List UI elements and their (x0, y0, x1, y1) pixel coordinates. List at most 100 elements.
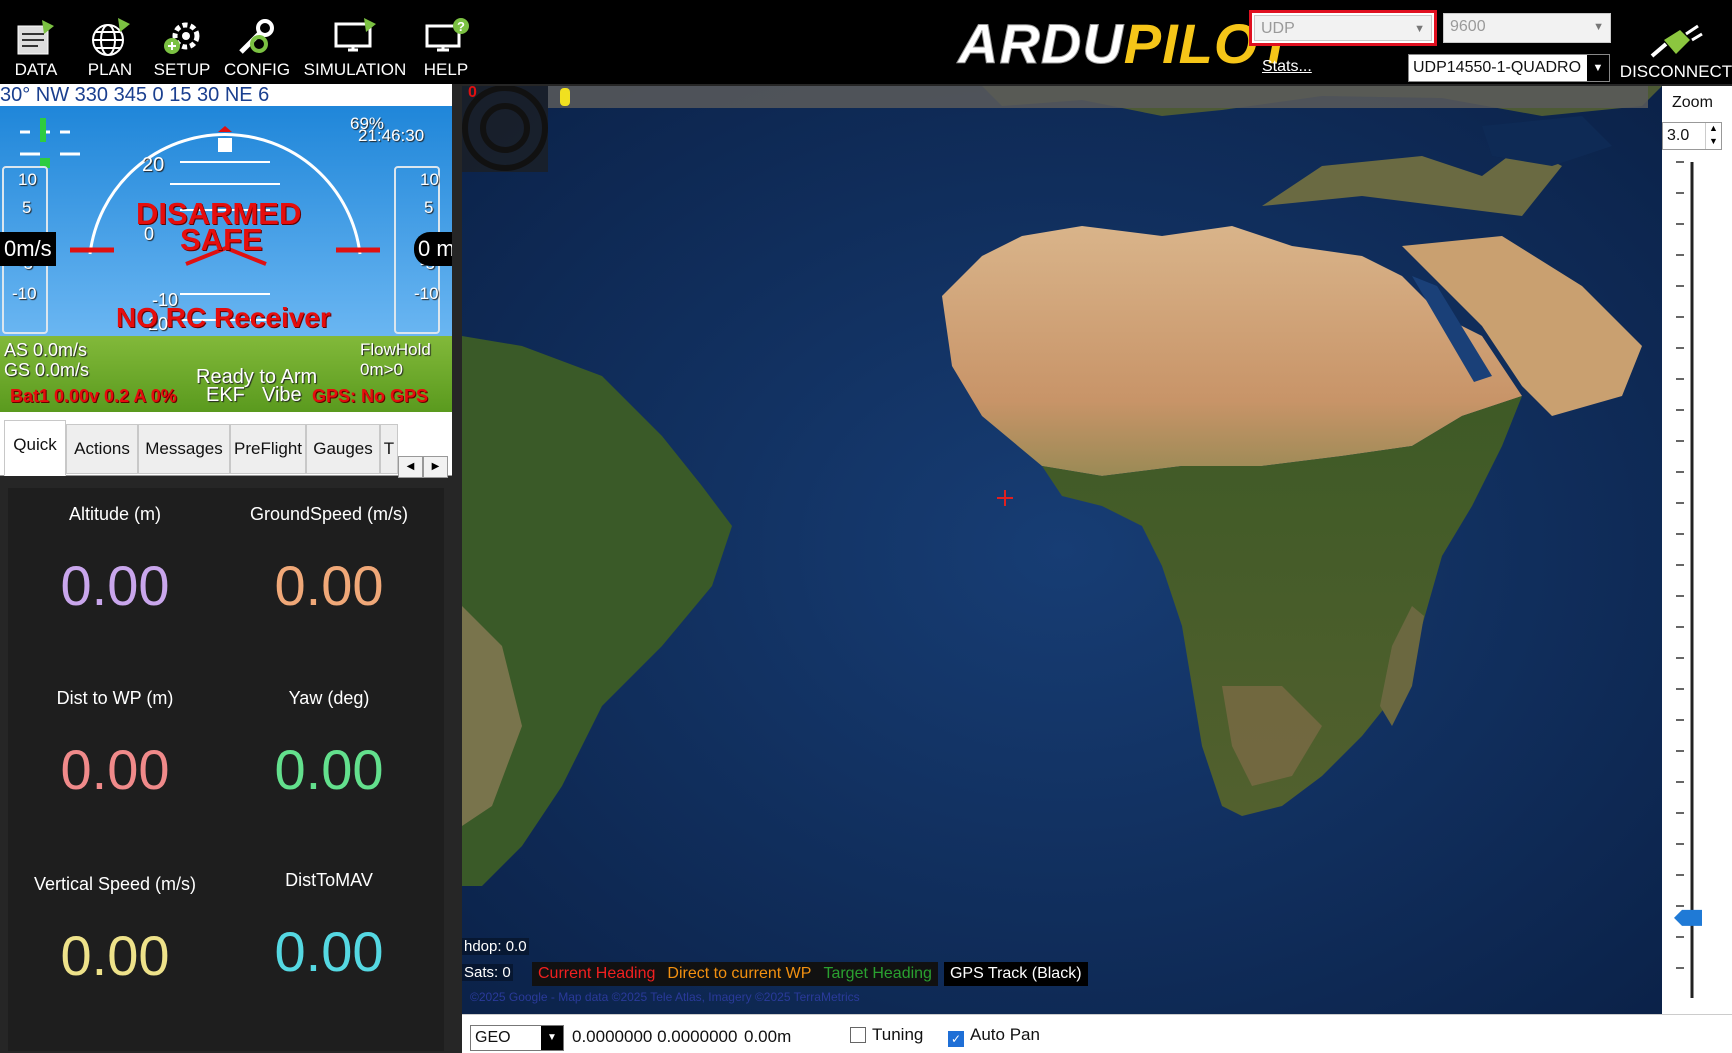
config-label: CONFIG (223, 60, 291, 79)
tape-tick: -10 (414, 284, 439, 303)
port-select[interactable]: UDP ▼ (1249, 10, 1437, 46)
logo-part-ardu: ARDU (958, 12, 1124, 75)
chevron-down-icon[interactable]: ▼ (1705, 136, 1721, 149)
quick-label: DistToMAV (285, 870, 373, 890)
tuning-label: Tuning (872, 1025, 924, 1044)
tab-gauges[interactable]: Gauges (306, 424, 380, 474)
zoom-value: 3.0 (1667, 127, 1690, 144)
data-button[interactable]: DATA (6, 8, 66, 80)
baud-value: 9600 (1450, 18, 1486, 35)
speed-readout: 0m/s (0, 232, 56, 266)
connection-select[interactable]: UDP14550-1-QUADRO ▼ (1408, 54, 1610, 82)
quick-item-vertical-speed[interactable]: Vertical Speed (m/s) 0.00 (8, 874, 222, 988)
coord-system-value: GEO (475, 1029, 511, 1046)
tab-messages[interactable]: Messages (138, 424, 230, 474)
zoom-panel: Zoom 3.0 ▲ ▼ (1662, 86, 1732, 1014)
chevron-down-icon: ▼ (541, 1026, 563, 1050)
help-icon: ? (425, 18, 469, 52)
globe-icon (92, 18, 130, 56)
data-label: DATA (14, 60, 58, 79)
connection-value: UDP14550-1-QUADRO (1413, 59, 1582, 76)
chevron-down-icon: ▼ (1414, 23, 1425, 35)
tape-tick: 10 (420, 170, 439, 189)
scroll-right-icon[interactable]: ▶ (423, 456, 448, 478)
disconnect-label: DISCONNECT (1619, 62, 1732, 81)
gps-status[interactable]: GPS: No GPS (312, 386, 428, 407)
disconnect-button[interactable]: DISCONNECT (1620, 16, 1732, 82)
hud-status-line: Bat1 0.00v 0.2 A 0% EKF Vibe GPS: No GPS (0, 384, 452, 412)
chevron-down-icon: ▼ (1593, 21, 1604, 33)
panel-tabs: Quick Actions Messages PreFlight Gauges … (0, 412, 452, 478)
plug-icon (1650, 24, 1703, 58)
tape-tick: 10 (18, 170, 37, 189)
simulation-label: SIMULATION (303, 60, 407, 79)
zoom-slider-thumb[interactable] (1674, 909, 1702, 926)
svg-text:?: ? (457, 19, 465, 34)
vibe-status[interactable]: Vibe (262, 384, 302, 407)
chevron-up-icon[interactable]: ▲ (1705, 123, 1721, 136)
airspeed-text: AS 0.0m/s (4, 340, 88, 360)
port-value: UDP (1261, 20, 1295, 37)
tab-truncated[interactable]: T (380, 424, 398, 474)
map-zero-label: 0 (468, 86, 477, 101)
quick-panel: Altitude (m) 0.00 GroundSpeed (m/s) 0.00… (8, 488, 444, 1051)
autopan-label: Auto Pan (970, 1025, 1040, 1044)
ekf-status[interactable]: EKF (206, 384, 245, 407)
help-label: HELP (423, 60, 469, 79)
quick-value: 0.00 (274, 738, 384, 801)
setup-button[interactable]: SETUP (150, 8, 214, 80)
zoom-slider[interactable] (1662, 156, 1732, 1006)
mission-planner-window: DATA PLAN SETUP CONFIG SIMULATION ? HELP… (0, 0, 1732, 1053)
hud-panel[interactable]: 30° NW 330 345 0 15 30 NE 6 69% 21:46:30… (0, 84, 452, 412)
tab-preflight[interactable]: PreFlight (230, 424, 306, 474)
quick-label: Altitude (m) (68, 504, 162, 524)
battery-status[interactable]: Bat1 0.00v 0.2 A 0% (10, 386, 177, 407)
zoom-label: Zoom (1672, 94, 1713, 111)
quick-item-yaw[interactable]: Yaw (deg) 0.00 (222, 688, 436, 802)
legend-direct-wp: Direct to current WP (661, 962, 818, 986)
safe-status: SAFE (180, 222, 263, 257)
config-button[interactable]: CONFIG (224, 8, 290, 80)
quick-label: GroundSpeed (m/s) (249, 504, 409, 524)
autopan-checkbox[interactable]: ✓ Auto Pan (948, 1025, 1040, 1047)
flight-mode: FlowHold (360, 340, 431, 359)
simulation-button[interactable]: SIMULATION (300, 8, 410, 80)
plan-label: PLAN (87, 60, 133, 79)
altitude-readout: 0 m (414, 232, 452, 266)
coord-system-select[interactable]: GEO ▼ (470, 1025, 564, 1051)
no-rc-warning: NO RC Receiver (116, 302, 331, 333)
hdop-text: hdop: 0.0 (462, 938, 529, 955)
alt-readout: 0.00m (744, 1027, 792, 1046)
help-button[interactable]: ? HELP (416, 8, 476, 80)
map-view[interactable]: 0 hdop: 0.0 Sats: 0 Current Heading Dire… (462, 86, 1662, 1014)
quick-label: Dist to WP (m) (56, 688, 174, 708)
scroll-left-icon[interactable]: ◀ (398, 456, 423, 478)
quick-item-dist-to-mav[interactable]: DistToMAV 0.00 (222, 870, 436, 984)
pitch-label-20: 20 (142, 154, 165, 176)
zoom-stepper[interactable]: 3.0 ▲ ▼ (1662, 122, 1722, 150)
quick-item-groundspeed[interactable]: GroundSpeed (m/s) 0.00 (222, 504, 436, 618)
data-icon (17, 20, 54, 55)
tape-tick: 5 (22, 198, 32, 217)
legend-gps-track: GPS Track (Black) (943, 962, 1088, 986)
satellite-map (462, 86, 1662, 1014)
heading-indicator (560, 88, 570, 106)
tab-quick[interactable]: Quick (4, 420, 66, 476)
monitor-icon (334, 18, 376, 52)
baud-select[interactable]: 9600 ▼ (1443, 13, 1611, 43)
wrench-icon (239, 19, 274, 54)
top-toolbar: DATA PLAN SETUP CONFIG SIMULATION ? HELP… (0, 0, 1732, 84)
quick-value: 0.00 (60, 738, 170, 801)
quick-item-dist-to-wp[interactable]: Dist to WP (m) 0.00 (8, 688, 222, 802)
coords-readout: 0.0000000 0.0000000 (572, 1027, 738, 1046)
plan-button[interactable]: PLAN (80, 8, 140, 80)
stats-link[interactable]: Stats... (1262, 58, 1312, 76)
setup-label: SETUP (153, 60, 211, 79)
quick-item-altitude[interactable]: Altitude (m) 0.00 (8, 504, 222, 618)
tuning-checkbox[interactable]: Tuning (850, 1025, 923, 1045)
map-legend: Current Heading Direct to current WP Tar… (532, 962, 1088, 986)
sats-text: Sats: 0 (462, 964, 513, 981)
legend-current-heading: Current Heading (532, 962, 662, 986)
legend-target-heading: Target Heading (817, 962, 938, 986)
tab-actions[interactable]: Actions (66, 424, 138, 474)
